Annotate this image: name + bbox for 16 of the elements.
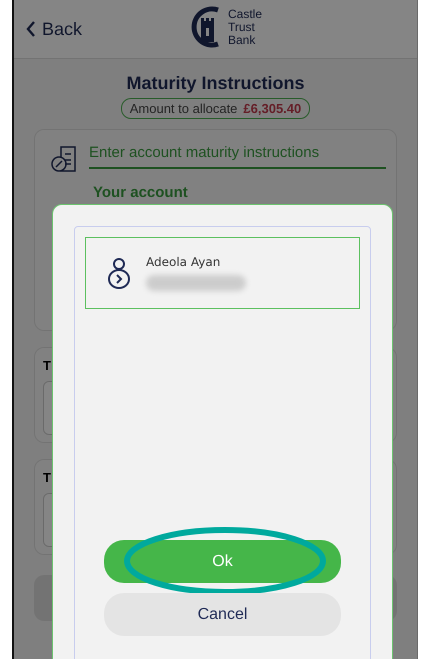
back-button[interactable]: Back [26,18,82,40]
chevron-left-icon [26,20,36,38]
cancel-button[interactable]: Cancel [104,593,341,636]
account-name: Adeola Ayan [146,255,222,269]
person-icon [106,256,132,290]
section-heading: Enter account maturity instructions [89,144,386,169]
amount-badge: Amount to allocate £6,305.40 [120,98,310,119]
document-percent-icon [49,144,79,174]
logo-text: Bank [228,34,256,46]
logo-text: Castle [228,8,262,20]
logo-text: Trust [228,20,256,34]
card-label: T [43,470,51,485]
page-title: Maturity Instructions [125,73,306,94]
section-subheading: Your account [93,184,189,201]
card-label: T [43,358,51,373]
account-item[interactable]: Adeola Ayan [85,237,360,309]
